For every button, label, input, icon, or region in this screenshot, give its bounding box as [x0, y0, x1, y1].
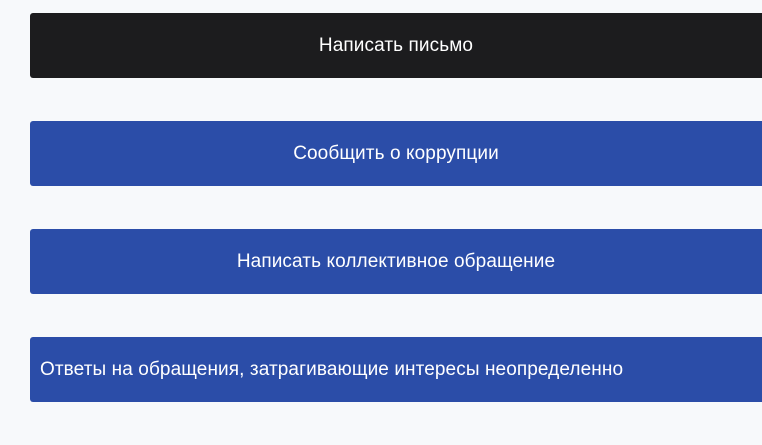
report-corruption-button[interactable]: Сообщить о коррупции — [30, 121, 762, 186]
action-button-list: Написать письмо Сообщить о коррупции Нап… — [30, 13, 762, 445]
write-letter-button[interactable]: Написать письмо — [30, 13, 762, 78]
appeal-answers-button[interactable]: Ответы на обращения, затрагивающие интер… — [30, 337, 762, 402]
collective-appeal-button[interactable]: Написать коллективное обращение — [30, 229, 762, 294]
collective-appeal-label: Написать коллективное обращение — [236, 250, 556, 272]
appeal-answers-label: Ответы на обращения, затрагивающие интер… — [40, 358, 624, 380]
report-corruption-label: Сообщить о коррупции — [293, 142, 499, 164]
write-letter-label: Написать письмо — [318, 34, 474, 56]
